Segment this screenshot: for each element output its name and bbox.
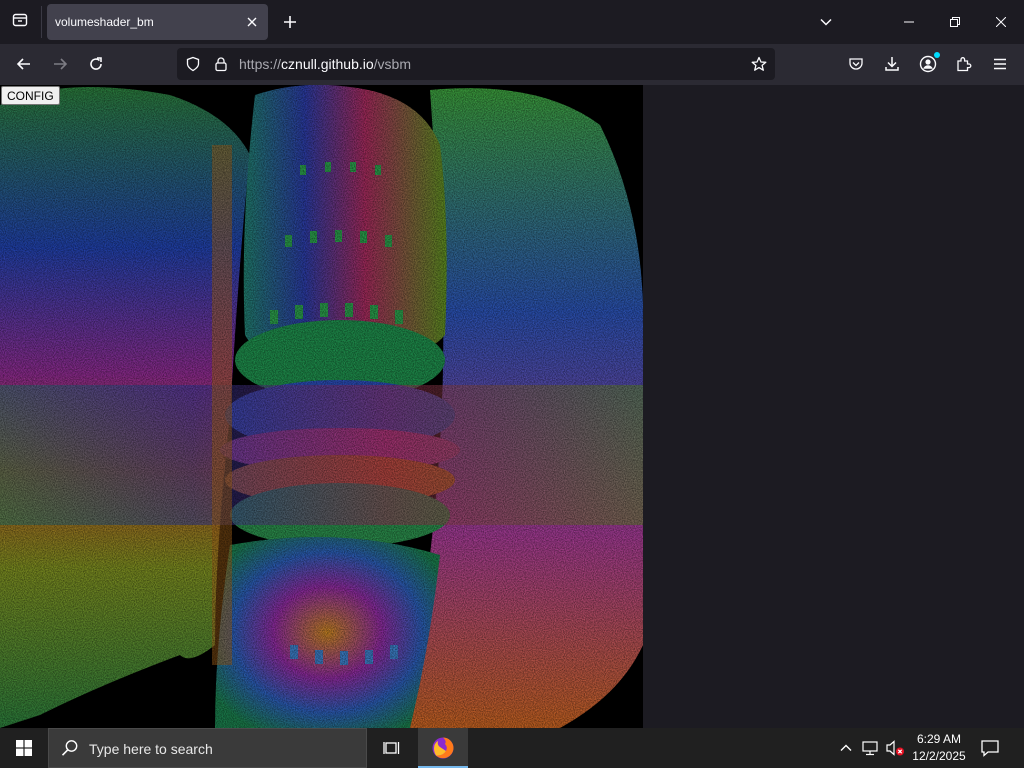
clock-date: 12/2/2025: [912, 749, 966, 763]
lock-icon: [215, 57, 227, 72]
notification-icon: [981, 740, 999, 757]
volume-shader-canvas[interactable]: CONFIG: [0, 85, 643, 728]
show-hidden-icons-button[interactable]: [838, 740, 854, 756]
taskbar-firefox-button[interactable]: [418, 728, 468, 768]
tracking-protection-button[interactable]: [183, 54, 203, 74]
search-placeholder: Type here to search: [89, 741, 213, 757]
page-content: CONFIG: [0, 85, 1024, 728]
network-monitor-icon: [862, 741, 878, 756]
hamburger-menu-icon: [994, 58, 1006, 70]
arrow-left-icon: [16, 58, 30, 70]
close-icon: [996, 17, 1006, 27]
fractal-render-image: [0, 85, 643, 728]
config-button[interactable]: CONFIG: [1, 86, 60, 105]
firefox-logo-icon: [432, 737, 454, 759]
tab-strip-separator: [41, 6, 42, 38]
navigation-toolbar: https://cznull.github.io/vsbm: [0, 44, 1024, 85]
tab-strip: volumeshader_bm: [0, 0, 1024, 44]
application-menu-button[interactable]: [988, 52, 1012, 76]
firefox-view-button[interactable]: [6, 8, 34, 36]
shield-icon: [186, 56, 200, 72]
network-status-button[interactable]: [861, 739, 879, 757]
star-icon: [751, 56, 767, 71]
task-view-icon: [383, 742, 400, 754]
clock-time: 6:29 AM: [916, 732, 962, 746]
tab-title: volumeshader_bm: [55, 15, 154, 29]
task-view-button[interactable]: [378, 728, 406, 768]
system-clock[interactable]: 6:29 AM 12/2/2025: [908, 731, 970, 765]
tab-close-button[interactable]: [242, 12, 262, 32]
url-bar[interactable]: https://cznull.github.io/vsbm: [177, 48, 775, 80]
extensions-button[interactable]: [952, 52, 976, 76]
close-icon: [247, 17, 257, 27]
speaker-muted-icon: [886, 740, 904, 756]
site-security-button[interactable]: [211, 54, 231, 74]
new-tab-button[interactable]: [278, 10, 302, 34]
windows-logo-icon: [16, 740, 32, 756]
bookmark-star-button[interactable]: [749, 54, 769, 74]
url-path: /vsbm: [373, 56, 411, 72]
url-host: cznull.github.io: [281, 56, 374, 72]
account-button[interactable]: [916, 52, 940, 76]
reload-button[interactable]: [82, 50, 110, 78]
arrow-right-icon: [54, 58, 68, 70]
chevron-up-icon: [840, 744, 852, 751]
chevron-down-icon: [820, 18, 832, 26]
account-icon: [919, 55, 937, 73]
minimize-icon: [904, 21, 914, 23]
firefox-view-icon: [12, 12, 28, 33]
forward-button[interactable]: [46, 50, 74, 78]
window-restore-button[interactable]: [932, 0, 978, 44]
account-notification-dot: [934, 52, 940, 58]
taskbar-search-box[interactable]: Type here to search: [48, 728, 367, 768]
download-icon: [885, 57, 899, 71]
back-button[interactable]: [10, 50, 38, 78]
window-minimize-button[interactable]: [886, 0, 932, 44]
list-all-tabs-button[interactable]: [814, 10, 838, 34]
pocket-button[interactable]: [844, 52, 868, 76]
window-close-button[interactable]: [978, 0, 1024, 44]
start-button[interactable]: [0, 728, 48, 768]
volume-button[interactable]: [885, 739, 905, 757]
windows-taskbar: Type here to search 6:29 AM 12/2/2025: [0, 728, 1024, 768]
puzzle-piece-icon: [957, 57, 972, 72]
action-center-button[interactable]: [980, 738, 1002, 758]
tab-volumeshader[interactable]: volumeshader_bm: [47, 4, 268, 40]
downloads-button[interactable]: [880, 52, 904, 76]
pocket-icon: [849, 58, 863, 70]
search-icon: [61, 739, 79, 757]
plus-icon: [284, 16, 296, 28]
restore-icon: [950, 17, 960, 27]
url-text[interactable]: https://cznull.github.io/vsbm: [239, 56, 411, 72]
reload-icon: [90, 57, 102, 70]
url-scheme: https://: [239, 56, 282, 72]
